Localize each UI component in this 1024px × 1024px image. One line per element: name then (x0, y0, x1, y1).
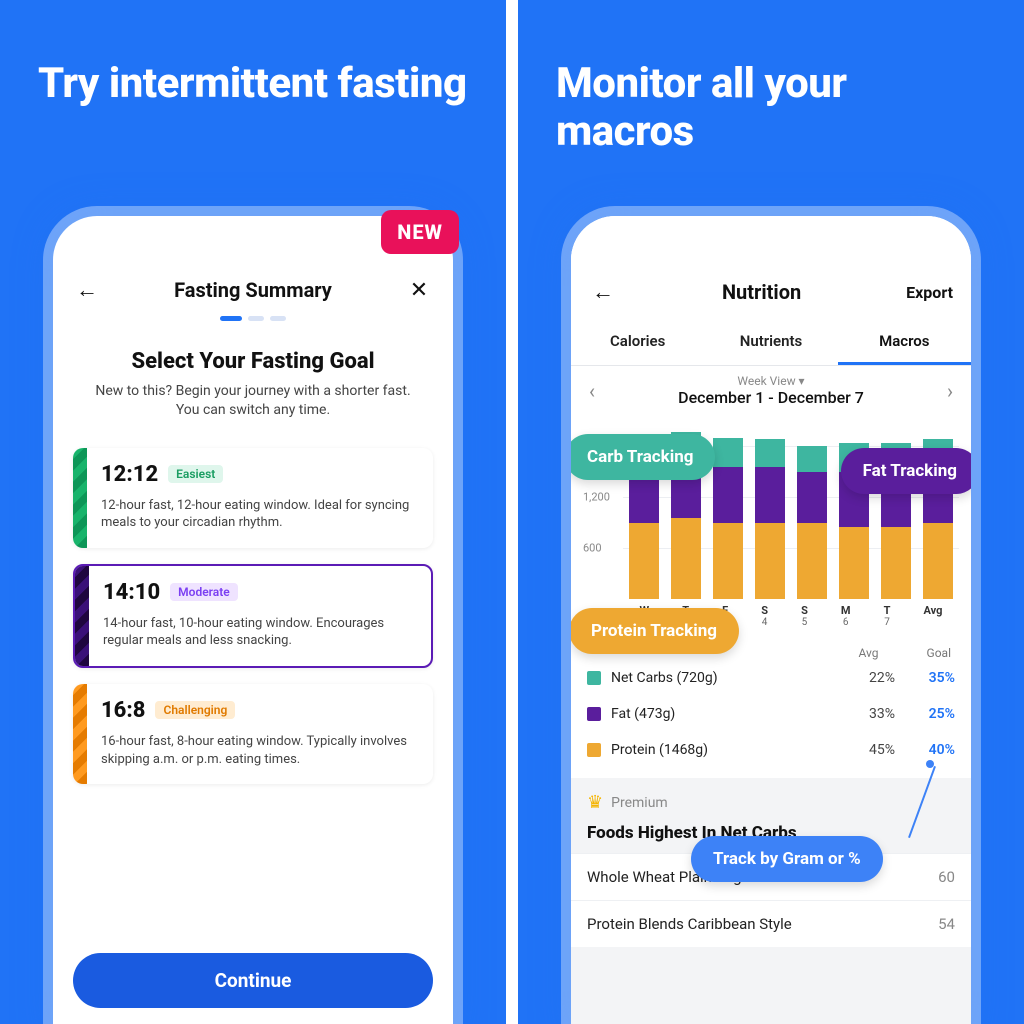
close-icon[interactable]: ✕ (405, 276, 433, 304)
premium-row: ♛ Premium (571, 778, 971, 819)
crown-icon: ♛ (587, 792, 603, 813)
macro-tabs: Calories Nutrients Macros (571, 320, 971, 366)
callout-protein: Protein Tracking (571, 608, 739, 654)
swatch-icon (587, 707, 601, 721)
goal-time: 14:10 (103, 580, 160, 605)
callout-fat: Fat Tracking (841, 448, 971, 494)
legend-row-protein: Protein (1468g) 45% 40% (587, 732, 955, 768)
back-arrow-icon[interactable]: ← (73, 276, 101, 304)
phone-mock-right: ← Nutrition Export Calories Nutrients Ma… (571, 216, 971, 1024)
promo-panel-fasting: Try intermittent fasting NEW ← Fasting S… (0, 0, 506, 1024)
page-indicator (73, 316, 433, 321)
next-week-icon[interactable]: › (939, 375, 961, 407)
difficulty-badge: Challenging (155, 701, 235, 719)
pointer-dot-icon (926, 760, 934, 768)
callout-carb: Carb Tracking (571, 434, 715, 480)
col-avg: Avg (859, 646, 879, 660)
food-row[interactable]: Protein Blends Caribbean Style 54 (571, 900, 971, 947)
goal-description: 16-hour fast, 8-hour eating window. Typi… (101, 733, 419, 768)
stripe-icon (73, 684, 87, 784)
difficulty-badge: Easiest (168, 465, 223, 483)
screen-title: Fasting Summary (174, 278, 332, 302)
stripe-icon (75, 566, 89, 666)
fasting-goal-12-12[interactable]: 12:12 Easiest 12-hour fast, 12-hour eati… (73, 448, 433, 548)
section-title: Select Your Fasting Goal (73, 349, 433, 374)
new-badge: NEW (381, 210, 459, 254)
goal-description: 14-hour fast, 10-hour eating window. Enc… (103, 615, 417, 650)
headline-left: Try intermittent fasting (0, 60, 506, 118)
tab-macros[interactable]: Macros (838, 320, 971, 365)
callout-track: Track by Gram or % (691, 836, 883, 882)
legend-row-fat: Fat (473g) 33% 25% (587, 696, 955, 732)
back-arrow-icon[interactable]: ← (589, 278, 617, 306)
goal-time: 12:12 (101, 462, 158, 487)
section-subtitle: New to this? Begin your journey with a s… (91, 382, 415, 420)
swatch-icon (587, 743, 601, 757)
view-mode-label[interactable]: Week View ▾ (603, 374, 939, 388)
phone-mock-left: ← Fasting Summary ✕ Select Your Fasting … (53, 216, 453, 1024)
goal-description: 12-hour fast, 12-hour eating window. Ide… (101, 497, 419, 532)
date-range-label: December 1 - December 7 (603, 388, 939, 407)
tab-nutrients[interactable]: Nutrients (704, 320, 837, 365)
export-button[interactable]: Export (906, 283, 953, 302)
difficulty-badge: Moderate (170, 583, 238, 601)
swatch-icon (587, 671, 601, 685)
promo-panel-macros: Monitor all your macros ← Nutrition Expo… (518, 0, 1024, 1024)
col-goal: Goal (927, 646, 951, 660)
headline-right: Monitor all your macros (518, 60, 1024, 167)
screen-title: Nutrition (722, 280, 801, 304)
fasting-goal-14-10[interactable]: 14:10 Moderate 14-hour fast, 10-hour eat… (73, 564, 433, 668)
goal-time: 16:8 (101, 698, 145, 723)
stripe-icon (73, 448, 87, 548)
fasting-goal-16-8[interactable]: 16:8 Challenging 16-hour fast, 8-hour ea… (73, 684, 433, 784)
prev-week-icon[interactable]: ‹ (581, 375, 603, 407)
continue-button[interactable]: Continue (73, 953, 433, 1008)
tab-calories[interactable]: Calories (571, 320, 704, 365)
legend-row-carbs: Net Carbs (720g) 22% 35% (587, 660, 955, 696)
